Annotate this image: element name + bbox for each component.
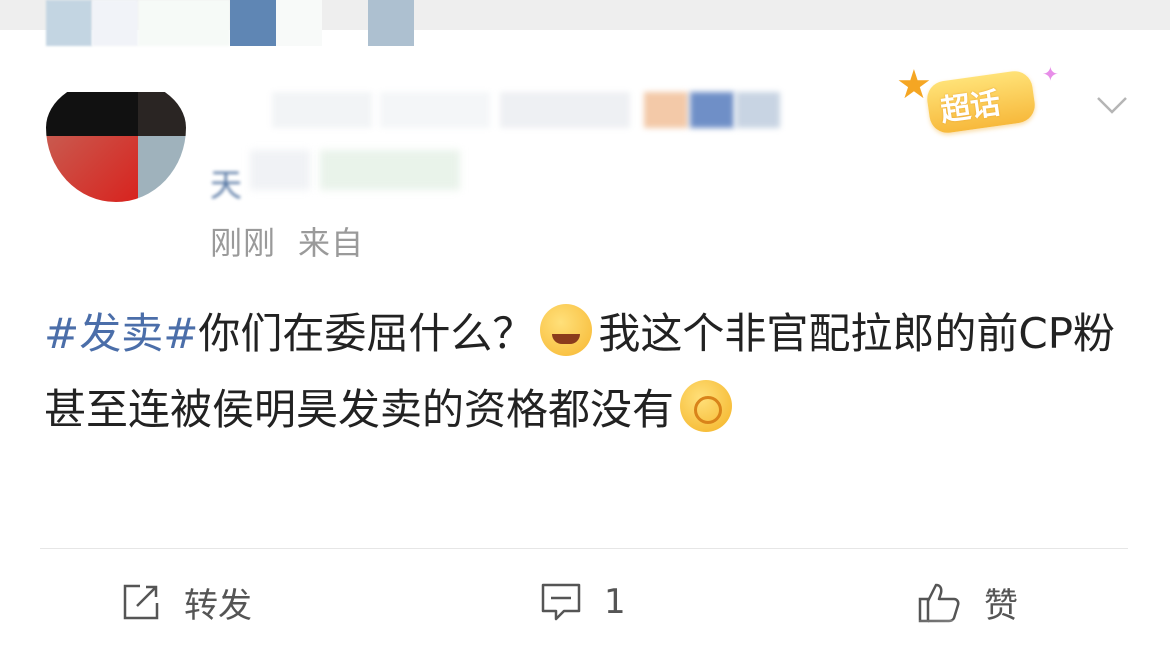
timestamp: 刚刚 — [210, 224, 277, 262]
thumbs-up-icon — [918, 583, 960, 623]
repost-label: 转发 — [184, 585, 252, 626]
comment-button[interactable]: 1 — [540, 578, 626, 626]
chevron-down-icon[interactable] — [1094, 86, 1130, 122]
supertopic-badge[interactable]: ★ 超话 ✦ — [896, 62, 1059, 136]
user-initial-fragment: 天 — [210, 166, 243, 204]
post-text-1: 你们在委屈什么？ — [198, 309, 535, 358]
like-button[interactable]: 赞 — [916, 578, 1018, 626]
post-body: #发卖#你们在委屈什么？ 我这个非官配拉郎的前CP粉甚至连被侯明昊发卖的资格都没有 — [44, 296, 1134, 448]
sparkle-icon: ✦ — [1042, 62, 1059, 86]
post-meta: 刚刚 来自 — [210, 218, 386, 264]
comment-icon — [541, 583, 581, 621]
avatar[interactable] — [46, 78, 186, 202]
hashtag-link[interactable]: #发卖# — [44, 309, 198, 358]
grin-sweat-emoji-icon — [540, 304, 593, 356]
supertopic-label: 超话 — [938, 85, 1003, 129]
divider — [40, 548, 1128, 549]
dizzy-face-emoji-icon — [680, 380, 733, 432]
repost-icon — [123, 584, 159, 620]
repost-button[interactable]: 转发 — [120, 578, 252, 626]
source-label: 来自 — [298, 224, 365, 262]
comment-count: 1 — [604, 582, 626, 622]
watermark-fade — [880, 620, 1170, 666]
